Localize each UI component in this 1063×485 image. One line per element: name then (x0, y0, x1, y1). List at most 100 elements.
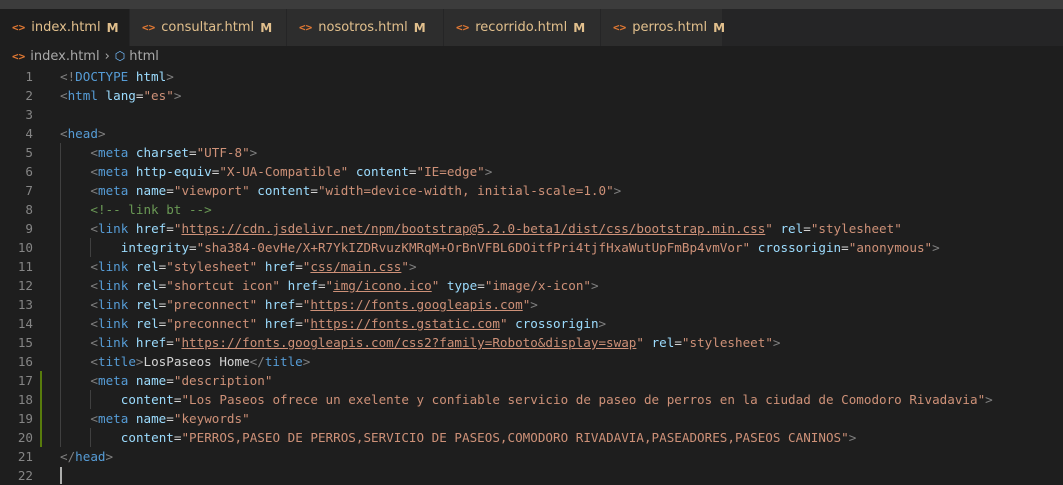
code-token: head (75, 449, 106, 464)
code-token: title (264, 354, 303, 369)
code-line[interactable]: 5 <meta charset="UTF-8"> (0, 143, 1063, 162)
tab-consultar[interactable]: <> consultar.html M (130, 9, 287, 46)
code-token: < (90, 183, 98, 198)
code-token: > (97, 126, 106, 141)
indent-guide (60, 257, 61, 276)
code-token: <!-- link bt --> (90, 202, 212, 217)
code-token: " (401, 259, 409, 274)
code-token: meta (97, 164, 129, 179)
code-editor[interactable]: 1 <!DOCTYPE html> 2 <html lang="es"> 3 4 <head… (0, 67, 1063, 484)
breadcrumb-file[interactable]: index.html (30, 49, 99, 64)
code-line[interactable]: 9 <link href="https://cdn.jsdelivr.net/np… (0, 219, 1063, 238)
code-line[interactable]: 14 <link rel="preconnect" href="https://f… (0, 314, 1063, 333)
code-token: "stylesheet" (810, 221, 902, 236)
code-token: > (932, 240, 940, 255)
code-line[interactable]: 19 <meta name="keywords" (0, 409, 1063, 428)
code-token: < (60, 88, 68, 103)
code-line[interactable]: 17 <meta name="description" (0, 371, 1063, 390)
code-text: <meta charset="UTF-8"> (90, 143, 257, 162)
indent-guide (90, 238, 92, 257)
code-token: name (135, 183, 167, 198)
line-number: 9 (25, 221, 33, 236)
modified-badge: M (106, 20, 119, 35)
code-token: href (135, 335, 167, 350)
indent-guide (60, 371, 61, 390)
code-token: "viewport" (173, 183, 250, 198)
code-token: html (67, 88, 98, 103)
code-token: > (173, 88, 182, 103)
code-token: meta (97, 183, 129, 198)
code-token: < (90, 259, 98, 274)
code-token: content (355, 164, 409, 179)
code-token: < (90, 145, 98, 160)
code-token: = (803, 221, 811, 236)
code-token: "width=device-width, initial-scale=1.0" (317, 183, 614, 198)
tab-index[interactable]: <>index.htmlM× (0, 9, 140, 46)
code-line[interactable]: 3 (0, 105, 1063, 124)
breadcrumb: <> index.html › ⬡ html (0, 46, 1063, 66)
code-token: img/icono.ico (333, 278, 432, 293)
code-token: "anonymous" (848, 240, 933, 255)
code-token: link (97, 221, 129, 236)
code-token: > (484, 164, 493, 179)
code-token: DOCTYPE (75, 69, 129, 84)
code-line[interactable]: 4 <head> (0, 124, 1063, 143)
line-number: 4 (25, 126, 33, 141)
code-line[interactable]: 12 <link rel="shortcut icon" href="img/ic… (0, 276, 1063, 295)
breadcrumb-symbol[interactable]: html (129, 49, 159, 64)
modified-badge: M (413, 20, 426, 35)
code-token: < (90, 164, 98, 179)
code-token: " (325, 278, 334, 293)
indent-guide (60, 200, 61, 219)
code-line[interactable]: 10 integrity="sha384-0evHe/X+R7YkIZDRvuzK… (0, 238, 1063, 257)
code-line[interactable]: 15 <link href="https://fonts.googleapis.c… (0, 333, 1063, 352)
code-token: rel (135, 278, 159, 293)
indent-guide (60, 238, 61, 257)
code-line[interactable]: 8 <!-- link bt --> (0, 200, 1063, 219)
tab-nosotros[interactable]: <> nosotros.html M (287, 9, 444, 46)
code-line[interactable]: 18 content="Los Paseos ofrece un exelente… (0, 390, 1063, 409)
code-line[interactable]: 7 <meta name="viewport" content="width=de… (0, 181, 1063, 200)
line-number: 8 (25, 202, 33, 217)
code-line[interactable]: 21 </head> (0, 447, 1063, 466)
code-line[interactable]: 16 <title>LosPaseos Home</title> (0, 352, 1063, 371)
code-token: > (598, 316, 607, 331)
code-text: <meta name="viewport" content="width=dev… (90, 181, 621, 200)
tab-label: nosotros.html (318, 20, 408, 35)
tab-perros[interactable]: <> perros.html M (601, 9, 725, 46)
code-token: link (97, 278, 129, 293)
code-text: integrity="sha384-0evHe/X+R7YkIZDRvuzKMR… (121, 238, 940, 257)
code-token: = (408, 164, 417, 179)
code-token: " (499, 316, 508, 331)
code-line[interactable]: 6 <meta http-equiv = "X-UA-Compatible" cont… (0, 162, 1063, 181)
code-text: <link href="https://cdn.jsdelivr.net/npm… (90, 219, 901, 238)
code-token: > (985, 392, 993, 407)
code-line[interactable]: 22 (0, 466, 1063, 485)
code-token: "PERROS,PASEO DE PERROS,SERVICIO DE PASE… (181, 430, 849, 445)
tab-recorrido[interactable]: <> recorrido.html M (444, 9, 601, 46)
code-token: rel (651, 335, 675, 350)
code-line[interactable]: 1 <!DOCTYPE html> (0, 67, 1063, 86)
code-line[interactable]: 2 <html lang="es"> (0, 86, 1063, 105)
modified-badge: M (260, 20, 273, 35)
modified-gutter-marker (40, 371, 42, 390)
line-number: 16 (17, 354, 33, 369)
code-token: < (90, 297, 98, 312)
line-number: 6 (25, 164, 33, 179)
indent-guide (60, 409, 61, 428)
code-token: > (848, 430, 857, 445)
code-line[interactable]: 20 content="PERROS,PASEO DE PERROS,SERVIC… (0, 428, 1063, 447)
html-file-icon: <> (299, 21, 313, 34)
code-token: "description" (173, 373, 273, 388)
code-line[interactable]: 11 <link rel="stylesheet" href="css/main.… (0, 257, 1063, 276)
code-token: "X-UA-Compatible" (219, 164, 349, 179)
line-number: 5 (25, 145, 33, 160)
code-line[interactable]: 13 <link rel="preconnect" href="https://f… (0, 295, 1063, 314)
code-text: content="Los Paseos ofrece un exelente y… (121, 390, 993, 409)
